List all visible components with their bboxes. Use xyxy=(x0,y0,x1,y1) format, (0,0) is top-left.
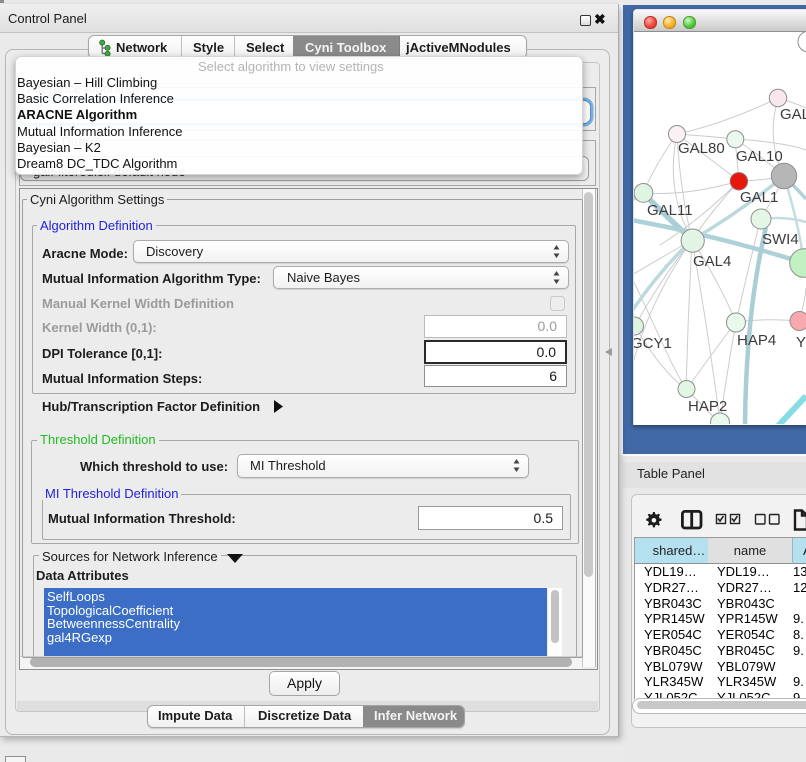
svg-text:GAL1: GAL1 xyxy=(740,189,778,206)
svg-text:GAL7: GAL7 xyxy=(780,106,806,123)
svg-text:SWI4: SWI4 xyxy=(762,231,799,248)
svg-text:GAL4: GAL4 xyxy=(693,253,731,270)
svg-text:GAL11: GAL11 xyxy=(647,202,693,219)
svg-text:GCY1: GCY1 xyxy=(634,335,672,352)
svg-text:Y: Y xyxy=(796,334,806,351)
svg-text:GAL10: GAL10 xyxy=(736,148,783,165)
svg-text:HAP4: HAP4 xyxy=(737,332,776,349)
svg-text:HAP2: HAP2 xyxy=(688,398,727,415)
svg-text:GAL80: GAL80 xyxy=(678,140,725,157)
